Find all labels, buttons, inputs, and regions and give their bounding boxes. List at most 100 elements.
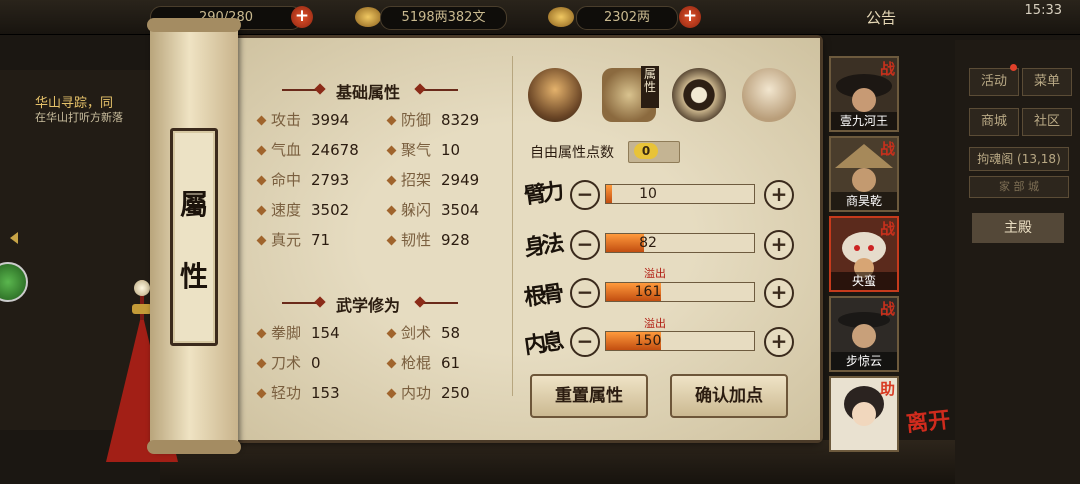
diamond-icon <box>256 235 267 246</box>
stat-label: 拳脚 <box>271 324 302 342</box>
member-name: 央蛮 <box>831 272 897 290</box>
notice-button[interactable]: 公告 <box>866 7 896 28</box>
title-plaque: 屬 性 <box>170 128 218 346</box>
member-name: 商昊乾 <box>831 192 897 210</box>
stat-label: 轻功 <box>271 384 302 402</box>
overflow-label: 溢出 <box>644 267 666 280</box>
battle-tag: 战 <box>879 220 895 238</box>
attr-value: 10 <box>639 186 657 202</box>
plus-button[interactable]: + <box>764 230 794 260</box>
collapse-arrow-icon[interactable] <box>10 232 18 244</box>
quest-title[interactable]: 华山寻踪，同 <box>35 92 113 111</box>
title-deco-right <box>420 302 458 304</box>
leave-button[interactable]: 离开 <box>904 402 951 438</box>
stat-toughness: 韧性 928 <box>386 230 470 250</box>
diamond-icon <box>256 388 267 399</box>
stat-value: 61 <box>441 354 461 372</box>
stat-label: 命中 <box>271 171 302 189</box>
minus-button[interactable]: − <box>570 278 600 308</box>
battle-tag: 战 <box>879 60 895 78</box>
diamond-icon <box>386 175 397 186</box>
party-member[interactable]: 战 壹九河王 <box>829 56 899 132</box>
minus-button[interactable]: − <box>570 180 600 210</box>
location-label[interactable]: 拘魂阁 (13,18) <box>969 147 1069 171</box>
minus-button[interactable]: − <box>570 230 600 260</box>
gold-ingot-icon <box>548 7 574 27</box>
add-gold-button[interactable]: + <box>679 6 701 28</box>
title-deco-right <box>420 89 458 91</box>
add-stamina-button[interactable]: + <box>291 6 313 28</box>
title-deco-left <box>282 302 320 304</box>
diamond-icon <box>386 145 397 156</box>
minus-button[interactable]: − <box>570 327 600 357</box>
location-tabs[interactable]: 家 部 城 <box>969 176 1069 198</box>
plaque-char-top: 屬 <box>179 188 208 221</box>
clock: 15:33 <box>1024 3 1062 18</box>
stat-sword: 剑术 58 <box>386 323 460 343</box>
attr-name: 内息 <box>522 328 562 360</box>
stat-label: 气血 <box>271 141 302 159</box>
stat-value: 3994 <box>311 111 350 129</box>
stat-value: 71 <box>311 231 331 249</box>
attribute-tab-tag: 属性 <box>641 66 659 108</box>
plaque-char-bottom: 性 <box>179 260 208 293</box>
stat-value: 928 <box>441 231 470 249</box>
party-member[interactable]: 战 央蛮 <box>829 216 899 292</box>
stat-value: 250 <box>441 384 470 402</box>
diamond-icon <box>386 328 397 339</box>
diamond-icon <box>256 115 267 126</box>
stat-label: 招架 <box>401 171 432 189</box>
tassel-bead <box>134 280 150 296</box>
attr-bar: 82 <box>605 233 755 253</box>
diamond-icon <box>386 115 397 126</box>
stat-qinggong: 轻功 153 <box>256 383 340 403</box>
stat-value: 0 <box>311 354 321 372</box>
attr-value: 150 <box>634 333 662 349</box>
stat-label: 真元 <box>271 231 302 249</box>
stat-value: 2949 <box>441 171 480 189</box>
stat-label: 攻击 <box>271 111 302 129</box>
plus-button[interactable]: + <box>764 278 794 308</box>
meridian-body-icon[interactable] <box>742 68 796 122</box>
bagua-icon[interactable] <box>672 68 726 122</box>
scroll-cap-bottom <box>147 440 241 454</box>
plus-button[interactable]: + <box>764 180 794 210</box>
community-button[interactable]: 社区 <box>1022 108 1072 136</box>
diamond-icon <box>256 358 267 369</box>
stat-dodge: 躲闪 3504 <box>386 200 480 220</box>
stat-parry: 招架 2949 <box>386 170 480 190</box>
stat-value: 3504 <box>441 201 480 219</box>
overflow-label: 溢出 <box>644 317 666 330</box>
diamond-icon <box>256 145 267 156</box>
stat-value: 3502 <box>311 201 350 219</box>
diamond-icon <box>256 205 267 216</box>
stat-true-essence: 真元 71 <box>256 230 331 250</box>
plus-button[interactable]: + <box>764 327 794 357</box>
member-name: 步惊云 <box>831 352 897 370</box>
activity-button[interactable]: 活动 <box>969 68 1019 96</box>
main-hall-button[interactable]: 主殿 <box>972 213 1064 243</box>
money-display: 5198两382文 <box>380 6 507 30</box>
party-member[interactable]: 助 <box>829 376 899 452</box>
party-member[interactable]: 战 商昊乾 <box>829 136 899 212</box>
title-deco-left <box>282 89 320 91</box>
stat-value: 2793 <box>311 171 350 189</box>
stat-label: 韧性 <box>401 231 432 249</box>
stat-label: 防御 <box>401 111 432 129</box>
equipment-hat-icon[interactable] <box>528 68 582 122</box>
stat-value: 153 <box>311 384 340 402</box>
stat-speed: 速度 3502 <box>256 200 350 220</box>
free-points-value: 0 <box>634 143 658 159</box>
shop-button[interactable]: 商城 <box>969 108 1019 136</box>
party-member[interactable]: 战 步惊云 <box>829 296 899 372</box>
confirm-points-button[interactable]: 确认加点 <box>670 374 788 418</box>
battle-tag: 战 <box>879 300 895 318</box>
menu-button[interactable]: 菜单 <box>1022 68 1072 96</box>
free-points-label: 自由属性点数 <box>530 145 614 161</box>
attr-name: 根骨 <box>522 280 562 312</box>
attr-name: 身法 <box>522 230 562 262</box>
reset-attributes-button[interactable]: 重置属性 <box>530 374 648 418</box>
attr-bar: 150 <box>605 331 755 351</box>
stat-spear: 枪棍 61 <box>386 353 461 373</box>
stat-attack: 攻击 3994 <box>256 110 350 130</box>
